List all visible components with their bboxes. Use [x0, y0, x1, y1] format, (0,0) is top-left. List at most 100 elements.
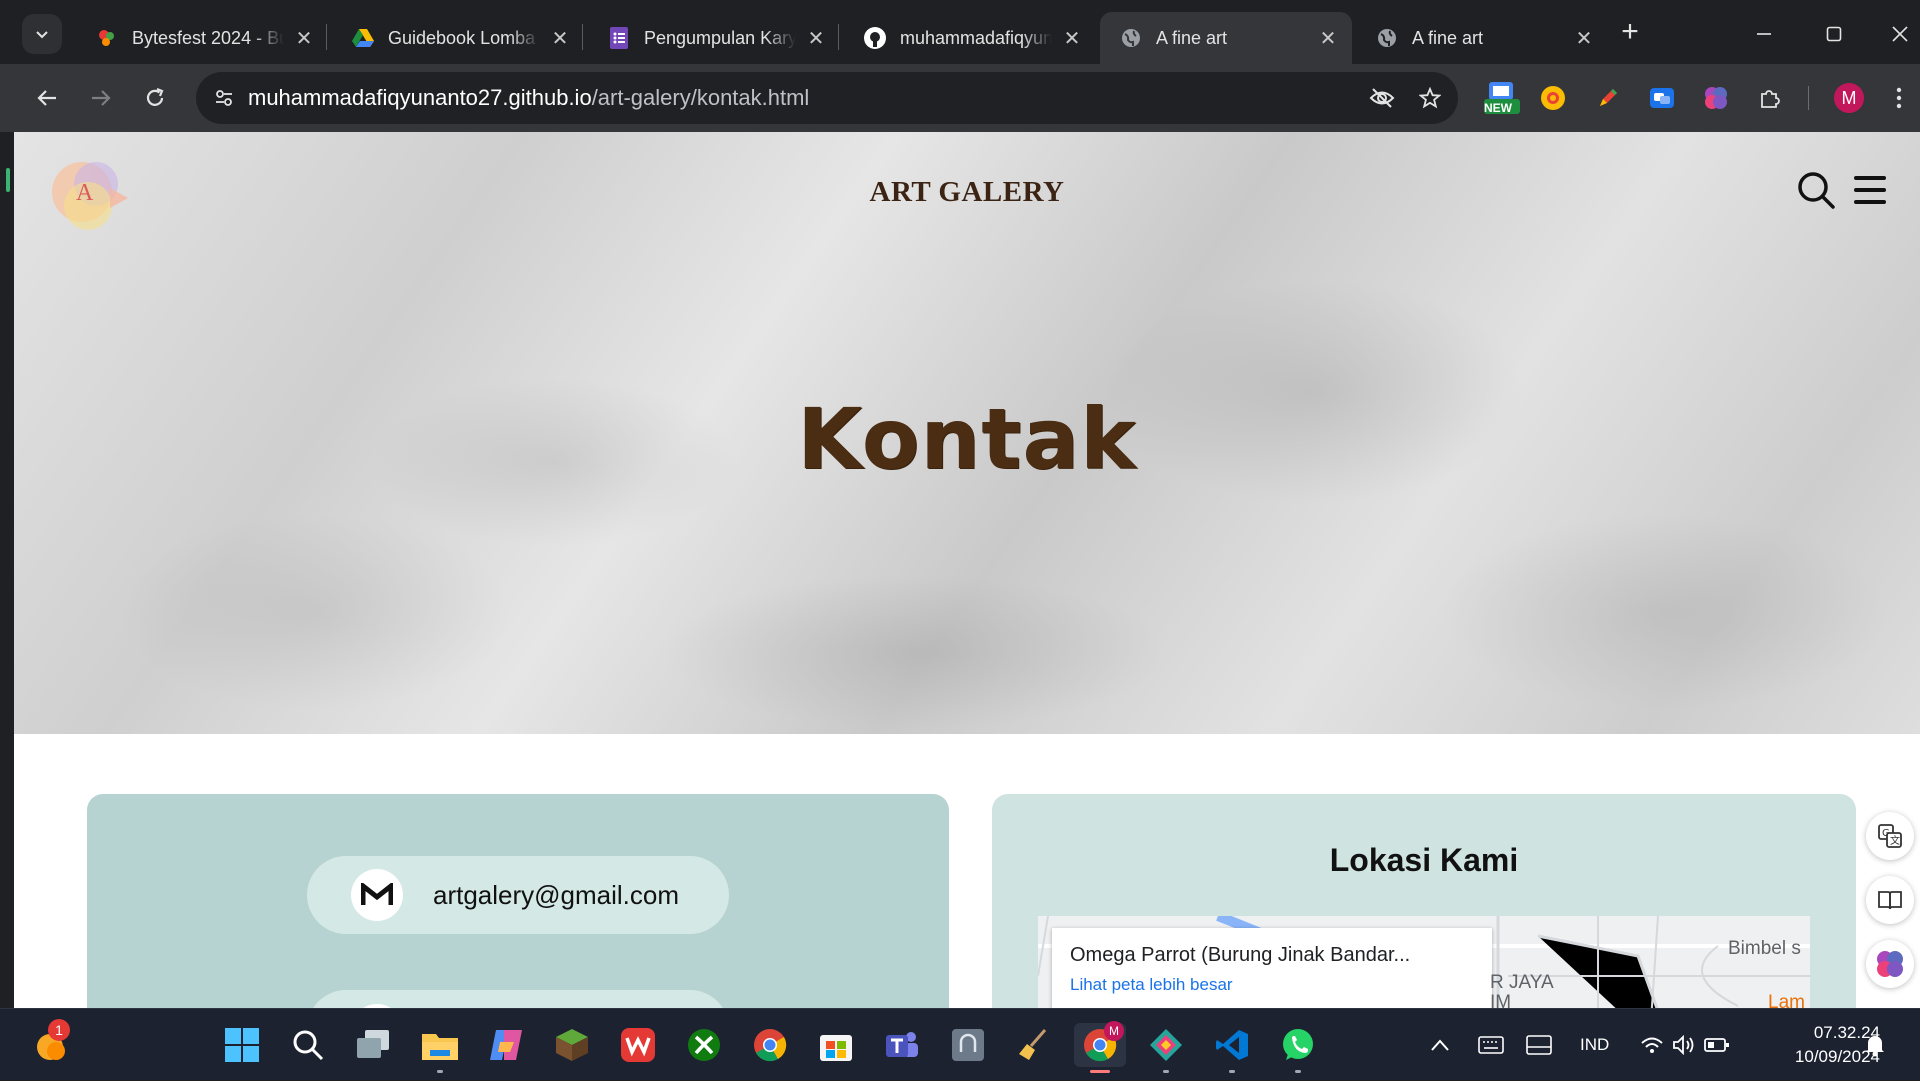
tab-guidebook[interactable]: Guidebook Lomba ✕ [332, 12, 584, 64]
reload-button[interactable] [135, 78, 175, 118]
display-button[interactable] [1526, 1009, 1552, 1081]
menu-line [1854, 176, 1886, 180]
tab-pengumpulan[interactable]: Pengumpulan Kary ✕ [588, 12, 840, 64]
tab-separator [838, 24, 839, 50]
search-icon [1798, 172, 1835, 209]
tab-bytesfest[interactable]: Bytesfest 2024 - Bu ✕ [76, 12, 328, 64]
browser-menu-button[interactable] [1884, 78, 1914, 118]
touch-keyboard-button[interactable] [1478, 1009, 1504, 1081]
clock[interactable]: 07.32.24 10/09/2024 [1760, 1021, 1880, 1069]
copilot-button[interactable] [484, 1023, 528, 1067]
translate-page-button[interactable]: G文 [1866, 812, 1914, 860]
extension-chrome-colors[interactable] [1533, 78, 1573, 118]
file-explorer-button[interactable] [418, 1023, 462, 1073]
brain-icon [1705, 87, 1727, 109]
ai-assistant-button[interactable] [1866, 940, 1914, 988]
whatsapp-icon [1283, 1029, 1313, 1060]
store-icon [820, 1035, 852, 1061]
cleanup-tool-button[interactable] [1012, 1023, 1056, 1067]
extensions-menu-button[interactable] [1750, 78, 1790, 118]
close-icon[interactable]: ✕ [1572, 26, 1596, 50]
windows-taskbar: 1 M IND 07.32.24 10/09/2024 [0, 1008, 1920, 1080]
address-bar[interactable]: muhammadafiqyunanto27.github.io/art-gale… [196, 72, 1458, 124]
url-text: muhammadafiqyunanto27.github.io/art-gale… [248, 85, 1362, 111]
wps-office-button[interactable] [616, 1023, 660, 1067]
tab-search-button[interactable] [22, 14, 62, 54]
close-icon[interactable]: ✕ [804, 26, 828, 50]
search-button[interactable] [1796, 170, 1836, 210]
notifications-button[interactable] [1864, 1009, 1886, 1081]
microsoft-store-button[interactable] [814, 1023, 858, 1067]
tab-a-fine-art[interactable]: A fine art ✕ [1356, 12, 1608, 64]
tab-title: A fine art [1156, 27, 1228, 48]
tab-title: Bytesfest 2024 - Bu [132, 27, 284, 48]
view-larger-map-link[interactable]: Lihat peta lebih besar [1070, 975, 1474, 995]
gitkraken-button[interactable] [1144, 1023, 1188, 1073]
close-icon[interactable]: ✕ [1316, 26, 1340, 50]
minecraft-button[interactable] [550, 1023, 594, 1067]
extension-pencil[interactable] [1588, 78, 1628, 118]
snipping-app-button[interactable] [946, 1023, 990, 1067]
forward-button[interactable] [81, 78, 121, 118]
network-volume-battery-button[interactable] [1640, 1009, 1730, 1081]
start-button[interactable] [220, 1023, 264, 1067]
minimize-button[interactable] [1744, 14, 1784, 54]
site-info-button[interactable] [204, 78, 244, 118]
close-icon[interactable]: ✕ [292, 26, 316, 50]
tab-strip: Bytesfest 2024 - Bu ✕ Guidebook Lomba ✕ … [0, 0, 1920, 64]
xbox-button[interactable] [682, 1023, 726, 1067]
embedded-map[interactable]: Omega Parrot (Burung Jinak Bandar... Lih… [1038, 916, 1810, 1008]
xbox-icon [688, 1029, 720, 1061]
show-hidden-icons-button[interactable] [1430, 1009, 1450, 1081]
whatsapp-button[interactable] [1276, 1023, 1320, 1073]
language-indicator: IND [1580, 1035, 1610, 1054]
extension-brain[interactable] [1696, 78, 1736, 118]
vscode-button[interactable] [1210, 1023, 1254, 1073]
close-icon[interactable]: ✕ [1060, 26, 1084, 50]
input-language-button[interactable]: IND [1580, 1009, 1609, 1081]
task-view-icon [357, 1030, 389, 1058]
teams-button[interactable] [880, 1023, 924, 1067]
hide-eye-button[interactable] [1362, 78, 1402, 118]
chrome-button[interactable] [748, 1023, 792, 1067]
extension-translate[interactable] [1642, 78, 1682, 118]
search-icon [293, 1030, 324, 1061]
github-icon [864, 27, 886, 49]
clock-time: 07.32.24 [1813, 1023, 1880, 1042]
back-button[interactable] [27, 78, 67, 118]
hamburger-menu-button[interactable] [1854, 176, 1886, 204]
tab-github[interactable]: muhammadafiqyun ✕ [844, 12, 1096, 64]
windows-icon [225, 1028, 259, 1062]
app-frame-icon [952, 1029, 984, 1061]
close-icon[interactable]: ✕ [548, 26, 572, 50]
tab-a-fine-art-active[interactable]: A fine art ✕ [1100, 12, 1352, 64]
bookmark-star-button[interactable] [1410, 78, 1450, 118]
chevron-up-icon [1431, 1039, 1449, 1051]
task-view-button[interactable] [352, 1023, 396, 1067]
running-indicator [437, 1070, 443, 1073]
globe-icon [1120, 27, 1142, 49]
extension-new[interactable]: NEW [1478, 78, 1524, 118]
email-contact-pill[interactable]: artgalery@gmail.com [307, 856, 729, 934]
vscode-icon [1216, 1030, 1248, 1060]
contact-pill-secondary[interactable] [307, 990, 729, 1008]
search-button[interactable] [286, 1023, 330, 1067]
keyboard-icon [1478, 1036, 1504, 1054]
browser-toolbar: muhammadafiqyunanto27.github.io/art-gale… [0, 64, 1920, 132]
site-brand-title[interactable]: ART GALERY [14, 176, 1920, 209]
chevron-down-icon [36, 31, 48, 39]
weather-widget[interactable]: 1 [28, 1019, 72, 1067]
diamond-app-icon [1150, 1029, 1182, 1061]
tab-title: Guidebook Lomba [388, 27, 536, 48]
bell-icon [1866, 1036, 1884, 1057]
chrome-profile-button[interactable]: M [1074, 1021, 1126, 1073]
email-address: artgalery@gmail.com [433, 879, 680, 910]
google-forms-icon [608, 27, 630, 49]
maximize-button[interactable] [1814, 14, 1854, 54]
reading-mode-button[interactable] [1866, 876, 1914, 924]
profile-button[interactable]: M [1829, 78, 1869, 118]
close-window-button[interactable] [1880, 14, 1920, 54]
tab-separator [582, 24, 583, 50]
new-tab-button[interactable]: + [1615, 17, 1645, 48]
brain-icon [1877, 951, 1903, 977]
